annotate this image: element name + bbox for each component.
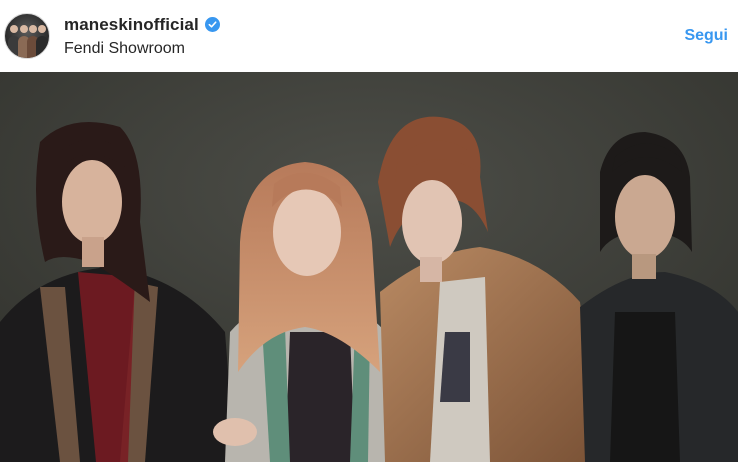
avatar-figure — [36, 36, 48, 58]
avatar-head — [10, 25, 18, 33]
avatar-head — [29, 25, 37, 33]
follow-button[interactable]: Segui — [684, 27, 728, 45]
verified-badge-icon — [204, 17, 220, 32]
checkmark-icon — [208, 21, 217, 28]
username-link[interactable]: maneskinofficial — [64, 15, 199, 35]
post-header: maneskinofficial Fendi Showroom Segui — [0, 0, 738, 72]
instagram-post: maneskinofficial Fendi Showroom Segui — [0, 0, 738, 462]
user-row: maneskinofficial — [64, 15, 684, 35]
band-photo-illustration — [0, 72, 738, 462]
avatar-head — [20, 25, 28, 33]
post-meta: maneskinofficial Fendi Showroom — [64, 15, 684, 58]
post-photo[interactable] — [0, 72, 738, 462]
avatar-head — [38, 25, 46, 33]
location-link[interactable]: Fendi Showroom — [64, 40, 684, 58]
avatar[interactable] — [4, 13, 50, 59]
